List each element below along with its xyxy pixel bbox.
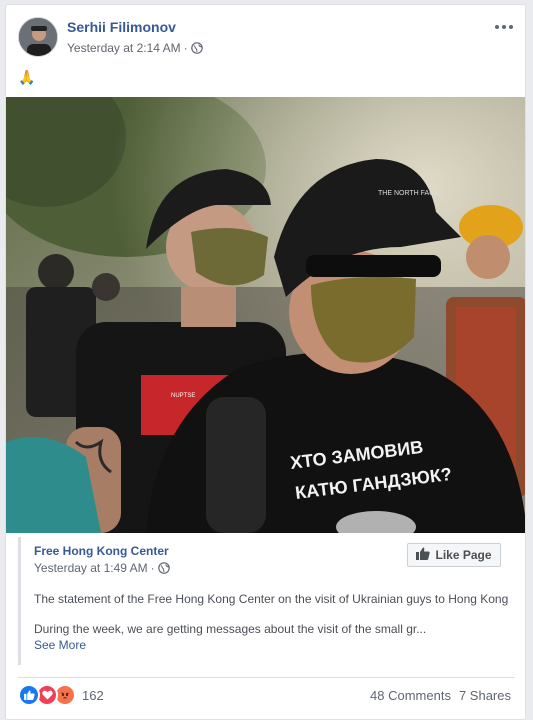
globe-icon xyxy=(157,562,170,574)
post-meta: Yesterday at 2:14 AM · xyxy=(67,41,203,55)
author-name[interactable]: Serhii Filimonov xyxy=(67,19,176,35)
like-page-label: Like Page xyxy=(435,548,492,562)
avatar-image xyxy=(19,18,57,56)
post-header: Serhii Filimonov Yesterday at 2:14 AM · xyxy=(6,5,525,67)
see-more-link[interactable]: See More xyxy=(34,638,86,652)
footer-divider xyxy=(18,677,515,678)
like-reaction-icon xyxy=(18,684,40,706)
shared-timestamp[interactable]: Yesterday at 1:49 AM xyxy=(34,561,148,575)
reactions-summary[interactable]: 162 xyxy=(18,684,104,706)
shares-count[interactable]: 7 Shares xyxy=(459,688,511,703)
post-timestamp[interactable]: Yesterday at 2:14 AM xyxy=(67,41,181,55)
ellipsis-icon[interactable] xyxy=(493,19,515,35)
shared-excerpt: During the week, we are getting messages… xyxy=(34,622,427,636)
engagement-counts: 48 Comments 7 Shares xyxy=(370,688,511,703)
meta-separator: · xyxy=(183,41,188,55)
shared-meta: Yesterday at 1:49 AM · xyxy=(34,561,170,575)
author-avatar[interactable] xyxy=(18,17,58,57)
post-photo[interactable]: NUPTSE THE NORTH FACE ХТО ЗАМОВИВ КАТЮ Г… xyxy=(6,97,525,533)
shared-post-card[interactable]: Free Hong Kong Center Yesterday at 1:49 … xyxy=(18,537,515,665)
shared-page-name[interactable]: Free Hong Kong Center xyxy=(34,544,169,558)
meta-separator: · xyxy=(150,561,155,575)
comments-count[interactable]: 48 Comments xyxy=(370,688,451,703)
globe-icon[interactable] xyxy=(190,42,203,54)
thumbs-up-icon xyxy=(416,547,431,563)
like-page-button[interactable]: Like Page xyxy=(407,543,501,567)
reaction-count: 162 xyxy=(82,687,104,703)
post-text: 🙏 xyxy=(18,69,36,85)
shared-statement: The statement of the Free Hong Kong Cent… xyxy=(34,592,509,606)
post-card: Serhii Filimonov Yesterday at 2:14 AM · … xyxy=(5,4,526,720)
svg-text:THE NORTH FACE: THE NORTH FACE xyxy=(378,190,439,197)
svg-text:NUPTSE: NUPTSE xyxy=(171,393,195,399)
